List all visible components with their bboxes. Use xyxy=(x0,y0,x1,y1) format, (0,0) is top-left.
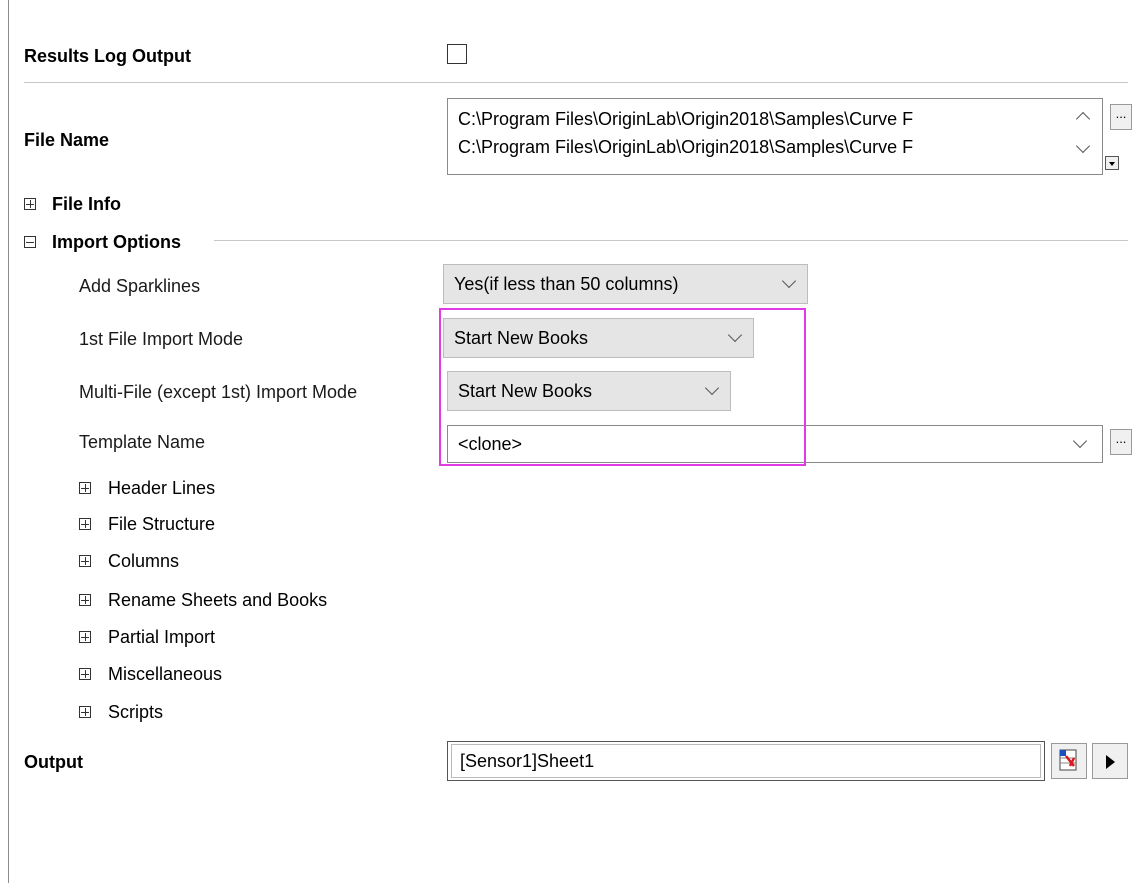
tree-item-label: File Structure xyxy=(108,514,216,534)
import-options-node[interactable]: Import Options xyxy=(24,232,324,258)
separator xyxy=(24,82,1128,83)
template-name-combobox[interactable]: <clone> xyxy=(447,425,1103,463)
multi-import-mode-value: Start New Books xyxy=(458,381,593,401)
tree-item-label: Miscellaneous xyxy=(108,664,223,684)
file-name-label: File Name xyxy=(24,130,110,150)
output-field[interactable]: [Sensor1]Sheet1 xyxy=(447,741,1045,781)
expand-plus-icon[interactable] xyxy=(79,706,91,718)
separator xyxy=(214,240,1128,241)
results-log-checkbox[interactable] xyxy=(447,44,467,64)
multi-import-mode-label: Multi-File (except 1st) Import Mode xyxy=(79,382,358,402)
template-name-label: Template Name xyxy=(79,432,206,452)
chevron-down-icon xyxy=(781,273,797,289)
play-arrow-icon xyxy=(1106,755,1115,769)
file-name-listbox[interactable]: C:\Program Files\OriginLab\Origin2018\Sa… xyxy=(447,98,1103,175)
tree-item-rename-sheets[interactable]: Rename Sheets and Books xyxy=(79,590,419,616)
chevron-down-icon xyxy=(1072,433,1088,449)
tree-item-label: Partial Import xyxy=(108,627,216,647)
expand-dropdown-icon[interactable] xyxy=(1105,156,1119,170)
dialog-left-border xyxy=(8,0,9,883)
tree-item-partial-import[interactable]: Partial Import xyxy=(79,627,419,653)
chevron-down-icon xyxy=(704,380,720,396)
expand-plus-icon[interactable] xyxy=(79,668,91,680)
tree-item-scripts[interactable]: Scripts xyxy=(79,702,419,728)
tree-item-file-structure[interactable]: File Structure xyxy=(79,514,419,540)
output-menu-button[interactable] xyxy=(1092,743,1128,779)
expand-plus-icon[interactable] xyxy=(79,631,91,643)
results-log-label: Results Log Output xyxy=(24,46,191,66)
output-value: [Sensor1]Sheet1 xyxy=(460,751,595,771)
tree-item-label: Rename Sheets and Books xyxy=(108,590,328,610)
file-browse-button[interactable]: ... xyxy=(1110,104,1132,130)
file-name-line-2: C:\Program Files\OriginLab\Origin2018\Sa… xyxy=(458,137,914,157)
file-info-node[interactable]: File Info xyxy=(24,194,324,220)
template-name-value: <clone> xyxy=(458,434,523,454)
expand-plus-icon[interactable] xyxy=(79,555,91,567)
tree-item-miscellaneous[interactable]: Miscellaneous xyxy=(79,664,419,690)
file-info-label: File Info xyxy=(52,194,121,214)
chevron-down-icon xyxy=(727,327,743,343)
tree-item-header-lines[interactable]: Header Lines xyxy=(79,478,419,504)
first-import-mode-dropdown[interactable]: Start New Books xyxy=(443,318,754,358)
add-sparklines-label: Add Sparklines xyxy=(79,276,201,296)
scroll-up-icon[interactable] xyxy=(1073,107,1093,127)
expand-plus-icon[interactable] xyxy=(79,594,91,606)
select-range-icon xyxy=(1059,749,1077,771)
tree-item-label: Columns xyxy=(108,551,180,571)
collapse-minus-icon[interactable] xyxy=(24,236,36,248)
add-sparklines-value: Yes(if less than 50 columns) xyxy=(454,274,679,294)
tree-item-columns[interactable]: Columns xyxy=(79,551,419,577)
expand-plus-icon[interactable] xyxy=(79,518,91,530)
import-options-label: Import Options xyxy=(52,232,181,252)
multi-import-mode-dropdown[interactable]: Start New Books xyxy=(447,371,731,411)
select-range-button[interactable] xyxy=(1051,743,1087,779)
template-browse-button[interactable]: ... xyxy=(1110,429,1132,455)
first-import-mode-value: Start New Books xyxy=(454,328,589,348)
tree-item-label: Header Lines xyxy=(108,478,216,498)
expand-plus-icon[interactable] xyxy=(24,198,36,210)
output-label: Output xyxy=(24,752,83,772)
add-sparklines-dropdown[interactable]: Yes(if less than 50 columns) xyxy=(443,264,808,304)
file-name-line-1: C:\Program Files\OriginLab\Origin2018\Sa… xyxy=(458,109,914,129)
expand-plus-icon[interactable] xyxy=(79,482,91,494)
first-import-mode-label: 1st File Import Mode xyxy=(79,329,244,349)
scroll-down-icon[interactable] xyxy=(1073,138,1093,159)
tree-item-label: Scripts xyxy=(108,702,164,722)
